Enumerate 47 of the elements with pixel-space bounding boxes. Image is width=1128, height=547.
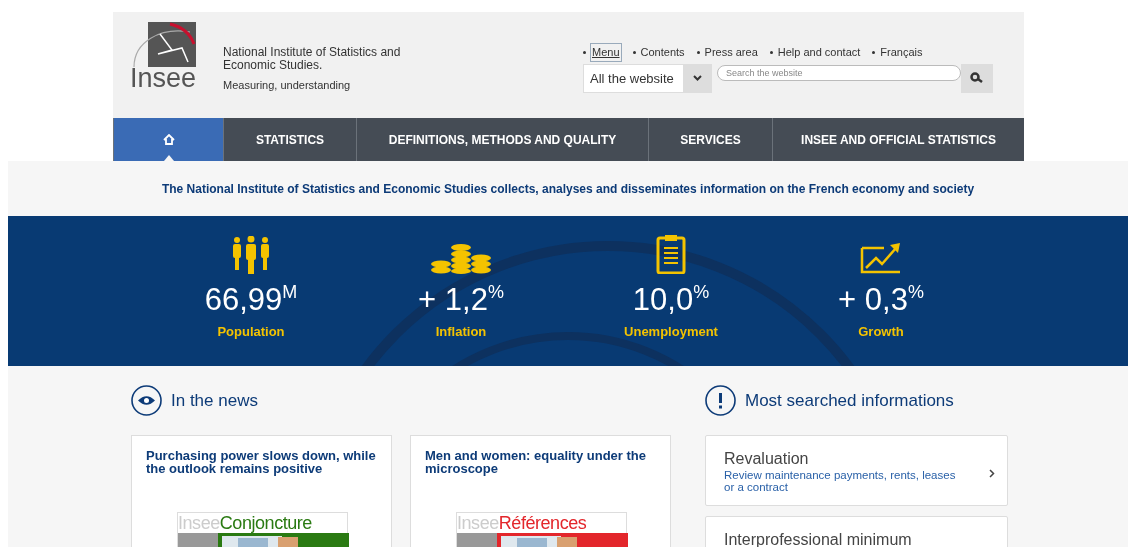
clipboard-icon xyxy=(656,234,686,274)
figure-value: 66,99$^{M}$ xyxy=(204,282,298,318)
coins-icon xyxy=(431,244,491,274)
search-button[interactable] xyxy=(961,63,993,93)
logo-icon xyxy=(130,22,198,67)
cover-brand: Insee xyxy=(178,513,220,533)
slogan: Measuring, understanding xyxy=(223,78,352,93)
figure-label: Growth xyxy=(858,323,904,341)
info-card[interactable]: Revaluation Review maintenance payments, rents, leases or a contract xyxy=(705,435,1008,506)
info-title: Revaluation xyxy=(724,449,810,468)
bullet-icon xyxy=(769,50,773,54)
institute-name: National Institute of Statistics and Economic Studies. xyxy=(223,46,402,72)
trend-chart-icon xyxy=(860,242,902,274)
figure-value: + 1,2$^{%}$ xyxy=(418,282,504,318)
bullet-icon xyxy=(696,50,700,54)
news-card[interactable]: Purchasing power slows down, while the outlook remains positive InseeConjoncture xyxy=(131,435,392,547)
top-link[interactable]: Press area xyxy=(704,44,758,61)
eye-icon xyxy=(131,385,162,416)
bullet-icon xyxy=(583,50,586,54)
cover-title: Conjoncture xyxy=(219,513,312,533)
figure-label: Inflation xyxy=(435,323,487,341)
chevron-down-icon xyxy=(692,75,702,81)
card-title: Men and women: equality under the microscope xyxy=(425,449,648,475)
top-link[interactable]: Help and contact xyxy=(777,44,861,61)
info-description: Review maintenance payments, rents, leases or a contract xyxy=(724,469,957,493)
bullet-icon xyxy=(872,50,876,54)
tagline: The National Institute of Statistics and Economic Studies collects, analyses and disseminates information on the French economy and society xyxy=(161,180,975,198)
people-icon xyxy=(230,236,272,274)
exclamation-icon xyxy=(705,385,736,416)
home-icon xyxy=(162,134,175,145)
scope-dropdown[interactable]: All the website xyxy=(583,63,712,93)
figure-value: 10,0$^{%}$ xyxy=(632,282,710,318)
chevron-right-icon xyxy=(989,469,995,478)
top-link[interactable]: Menu xyxy=(591,44,621,61)
bullet-icon xyxy=(632,50,636,54)
figure-label: Population xyxy=(217,323,285,341)
logo-wordmark: Insee xyxy=(130,65,197,91)
cover-title: Références xyxy=(498,513,587,533)
figure-label: Unemployment xyxy=(624,323,718,341)
section-title: In the news xyxy=(171,389,258,412)
top-link[interactable]: Français xyxy=(880,44,923,61)
figure-value: + 0,3$^{%}$ xyxy=(838,282,924,318)
section-title: Most searched informations xyxy=(745,389,954,412)
search-icon xyxy=(970,72,984,84)
search-field[interactable]: Search the website xyxy=(717,64,961,81)
card-title: Purchasing power slows down, while the outlook remains positive xyxy=(146,449,377,475)
top-link[interactable]: Contents xyxy=(640,44,685,61)
